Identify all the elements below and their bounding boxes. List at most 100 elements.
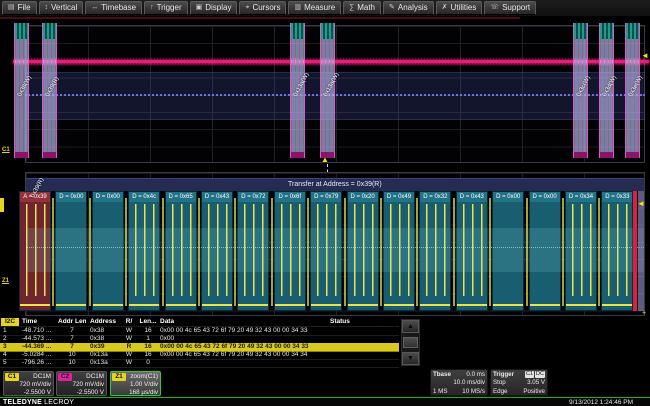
scroll-down-button[interactable]: ▼ <box>402 352 419 365</box>
table-cell: -48.710 ... <box>22 327 58 335</box>
table-cell: Time <box>22 318 58 326</box>
decode-box-label: D = 0x4c <box>129 192 159 202</box>
decode-box-label: D = 0x49 <box>384 192 414 202</box>
table-cell: 0x13a <box>90 351 120 359</box>
menu-math-label: Math <box>357 2 375 14</box>
display-icon: ▣ <box>196 2 203 14</box>
decode-box-label: D = 0x43 <box>457 192 487 202</box>
i2c-burst-6: 0x3e(W) <box>625 23 640 158</box>
sda-baseline <box>129 304 159 306</box>
table-row-5[interactable]: 5-796.26 ...100x13aW0 <box>0 359 399 368</box>
menu-measure[interactable]: ▥Measure <box>288 1 341 15</box>
menu-trigger[interactable]: ↑Trigger <box>144 1 188 15</box>
table-cell: Addr Len... <box>58 318 86 326</box>
menu-trigger-label: Trigger <box>157 2 182 14</box>
support-icon: ☏ <box>490 2 499 14</box>
cursor-icon: ⌖ <box>245 2 249 14</box>
decode-box-label: D = 0x00 <box>93 192 123 202</box>
zoom-highlight-band <box>26 228 644 272</box>
timebase-box[interactable]: Tbase0.0 ms 10.0 ms/div 1 MS10 MS/s <box>430 369 488 396</box>
i2c-burst-2: 0x13a(W) <box>290 23 305 158</box>
z1-descriptor-box[interactable]: Z1 zoom(C1) 1.00 V/div 168 µs/div <box>110 371 161 396</box>
decode-box-label: D = 0x79 <box>311 192 341 202</box>
z1-tdiv: 168 µs/div <box>129 389 158 396</box>
z1-source: zoom(C1) <box>130 373 158 380</box>
trigger-slope: Positive <box>523 387 545 396</box>
c2-descriptor-box[interactable]: C2 DC1M 720 mV/div -2.5500 V <box>56 371 107 396</box>
table-header-row: TimeAddr Len...AddressR/Len...DataStatus <box>0 318 399 327</box>
z1-level-marker[interactable] <box>0 198 4 212</box>
i2c-burst-4: 0x3c(W) <box>573 23 588 158</box>
menu-math[interactable]: ∑Math <box>343 1 381 15</box>
menu-cursors[interactable]: ⌖Cursors <box>239 1 286 15</box>
table-cell: 16 <box>138 327 158 335</box>
trigger-type: Edge <box>493 387 507 396</box>
c1-ground-tag[interactable]: C1 <box>2 147 10 153</box>
menu-file[interactable]: ▤File <box>2 1 37 15</box>
menu-analysis[interactable]: ✎Analysis <box>383 1 434 15</box>
burst-foot <box>291 152 304 158</box>
c1-descriptor-box[interactable]: C1 DC1M 720 mV/div -2.5500 V <box>3 371 54 396</box>
menu-timebase[interactable]: ↔Timebase <box>85 1 142 15</box>
table-cell: W <box>122 351 136 359</box>
trigger-box[interactable]: Trigger C1DC Stop3.05 V EdgePositive <box>490 369 548 396</box>
menu-utilities[interactable]: ✗Utilities <box>436 1 483 15</box>
c1-tag: C1 <box>5 373 19 381</box>
trigger-time-marker[interactable]: ▲ <box>321 156 329 164</box>
scroll-thumb[interactable] <box>403 337 418 348</box>
sda-baseline <box>566 304 596 306</box>
burst-address-cap <box>321 23 334 39</box>
table-cell: 0x38 <box>90 335 120 343</box>
zoom-level-marker[interactable]: ◄ <box>637 200 645 208</box>
table-scrollbar[interactable]: ▲ ▼ <box>401 319 420 366</box>
decode-box-label: D = 0x00 <box>530 192 560 202</box>
decode-box-label: D = 0x65 <box>166 192 196 202</box>
table-cell: 5 <box>3 359 19 367</box>
table-cell: 0x00 00 4c 65 43 72 6f 79 20 49 32 43 00… <box>160 351 328 359</box>
decode-box-label: D = 0x33 <box>602 192 632 202</box>
c2-tag: C2 <box>58 373 72 381</box>
brand-logo: TELEDYNE LECROY <box>3 399 74 406</box>
table-cell: Data <box>160 318 328 326</box>
burst-address-cap <box>15 23 28 39</box>
table-cell: 10 <box>58 359 86 367</box>
decode-box-label: D = 0x6f <box>275 192 305 202</box>
menu-support[interactable]: ☏Support <box>484 1 536 15</box>
menu-bar: ▤File↕Vertical↔Timebase↑Trigger▣Display⌖… <box>0 0 650 16</box>
menu-vertical-label: Vertical <box>51 2 77 14</box>
table-cell: 7 <box>58 327 86 335</box>
decode-box-label: D = 0x32 <box>420 192 450 202</box>
sda-baseline <box>457 304 487 306</box>
table-cell: -796.26 ... <box>22 359 58 367</box>
c2-trace-noise <box>25 58 645 65</box>
table-cell: 0 <box>138 359 158 367</box>
sda-baseline <box>420 304 450 306</box>
zoom-time-marker[interactable]: + <box>642 310 646 318</box>
table-cell: R/ <box>122 318 136 326</box>
decode-box-label: D = 0x72 <box>238 192 268 202</box>
table-cell: 0x13a <box>90 359 120 367</box>
table-cell: 0x38 <box>90 327 120 335</box>
table-cell: 2 <box>3 335 19 343</box>
z1-ground-tag[interactable]: Z1 <box>2 278 9 284</box>
menu-display[interactable]: ▣Display <box>190 1 238 15</box>
table-cell: 4 <box>3 351 19 359</box>
c1-offset: -2.5500 V <box>24 389 51 396</box>
burst-address-cap <box>600 23 613 39</box>
scroll-up-button[interactable]: ▲ <box>402 320 419 333</box>
menu-utilities-label: Utilities <box>451 2 477 14</box>
i2c-burst-5: 0x3d(W) <box>599 23 614 158</box>
table-cell: Address <box>90 318 120 326</box>
c1-coupling: DC1M <box>33 373 51 380</box>
vertical-arrows-icon: ↕ <box>45 2 49 14</box>
table-cell: 7 <box>58 343 86 351</box>
menu-vertical[interactable]: ↕Vertical <box>39 1 84 15</box>
trigger-level-marker[interactable]: ◄ <box>641 52 649 60</box>
menu-measure-label: Measure <box>304 2 335 14</box>
table-cell: -44.369 ... <box>22 343 58 351</box>
c1-vdiv: 720 mV/div <box>20 381 52 388</box>
table-cell: 0x39 <box>90 343 120 351</box>
menu-timebase-label: Timebase <box>101 2 136 14</box>
burst-foot <box>574 152 587 158</box>
analysis-icon: ✎ <box>389 2 395 14</box>
